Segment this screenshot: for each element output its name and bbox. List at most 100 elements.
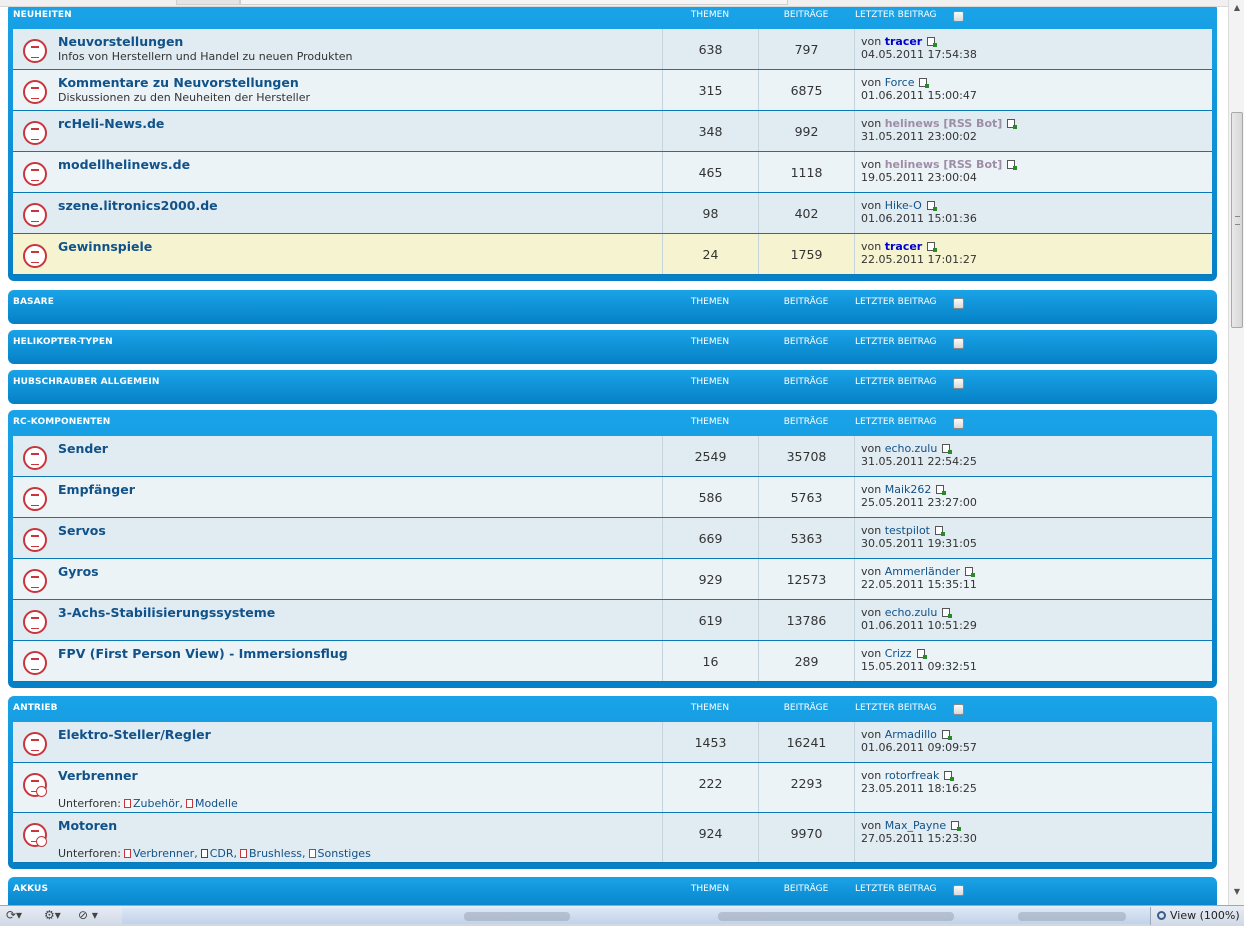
last-post-author-link[interactable]: rotorfreak <box>885 769 940 782</box>
subforum-link[interactable]: Zubehör, <box>133 797 183 810</box>
posts-count-cell: 35708 <box>758 436 854 476</box>
last-post-author-link[interactable]: helinews [RSS Bot] <box>885 158 1003 171</box>
view-latest-post-icon[interactable] <box>919 78 930 88</box>
scroll-up-icon[interactable]: ▲ <box>1229 0 1244 16</box>
by-label: von <box>861 565 882 578</box>
topics-count-cell: 1453 <box>662 722 758 762</box>
forum-title-link[interactable]: modellhelinews.de <box>58 157 190 172</box>
collapse-toggle-icon[interactable] <box>953 704 964 715</box>
forum-title-link[interactable]: Motoren <box>58 818 117 833</box>
forum-read-icon <box>23 162 47 186</box>
collapse-toggle-icon[interactable] <box>953 418 964 429</box>
topics-count: 586 <box>698 490 723 505</box>
category-footer <box>8 356 1217 364</box>
last-post-author-link[interactable]: echo.zulu <box>885 606 938 619</box>
forum-title-link[interactable]: Empfänger <box>58 482 135 497</box>
view-latest-post-icon[interactable] <box>1007 160 1018 170</box>
view-latest-post-icon[interactable] <box>927 242 938 252</box>
category-title-link[interactable]: ANTRIEB <box>13 703 58 713</box>
category-title-link[interactable]: RC-KOMPONENTEN <box>13 417 110 427</box>
forum-title-link[interactable]: Kommentare zu Neuvorstellungen <box>58 75 299 90</box>
last-post-cell: von Hike-O 01.06.2011 15:01:36 <box>854 193 1213 233</box>
subforums-label: Unterforen: <box>58 797 121 810</box>
refresh-icon[interactable]: ⟳▾ <box>6 908 22 924</box>
category-title-link[interactable]: AKKUS <box>13 884 48 894</box>
last-post-cell: von helinews [RSS Bot] 19.05.2011 23:00:0… <box>854 152 1213 192</box>
last-post-author-link[interactable]: testpilot <box>885 524 930 537</box>
topics-count-cell: 638 <box>662 29 758 69</box>
subforum-link[interactable]: Verbrenner, <box>133 847 198 860</box>
category-block: BASARE THEMEN BEITRÄGE LETZTER BEITRAG <box>8 290 1217 324</box>
last-post-author-line: von Armadillo <box>861 728 952 741</box>
last-post-author-link[interactable]: Crizz <box>885 647 912 660</box>
forum-title-link[interactable]: Gyros <box>58 564 99 579</box>
view-latest-post-icon[interactable] <box>1007 119 1018 129</box>
forum-title-link[interactable]: Gewinnspiele <box>58 239 152 254</box>
forum-title-link[interactable]: 3-Achs-Stabilisierungssysteme <box>58 605 275 620</box>
view-latest-post-icon[interactable] <box>934 526 945 536</box>
collapse-toggle-icon[interactable] <box>953 378 964 389</box>
zoom-control[interactable]: View (100%) <box>1150 907 1244 925</box>
collapse-toggle-icon[interactable] <box>953 11 964 22</box>
last-post-author-link[interactable]: Force <box>885 76 915 89</box>
view-latest-post-icon[interactable] <box>926 201 937 211</box>
last-post-author-link[interactable]: echo.zulu <box>885 442 938 455</box>
category-title-link[interactable]: NEUHEITEN <box>13 10 72 20</box>
view-latest-post-icon[interactable] <box>942 608 953 618</box>
vertical-scrollbar[interactable]: ▲ ▼ <box>1228 0 1244 905</box>
view-latest-post-icon[interactable] <box>936 485 947 495</box>
topics-count-cell: 465 <box>662 152 758 192</box>
category-title-link[interactable]: HUBSCHRAUBER ALLGEMEIN <box>13 377 159 387</box>
view-latest-post-icon[interactable] <box>942 444 953 454</box>
subforum-link[interactable]: Sonstiges <box>318 847 371 860</box>
last-post-author-link[interactable]: tracer <box>885 35 923 48</box>
forum-title-link[interactable]: FPV (First Person View) - Immersionsflug <box>58 646 348 661</box>
forum-title-link[interactable]: Verbrenner <box>58 768 138 783</box>
last-post-author-link[interactable]: Hike-O <box>885 199 922 212</box>
scroll-down-icon[interactable]: ▼ <box>1229 884 1244 900</box>
top-tab-left[interactable] <box>176 0 240 5</box>
category-title-link[interactable]: BASARE <box>13 297 54 307</box>
view-latest-post-icon[interactable] <box>951 821 962 831</box>
forum-read-icon <box>23 569 47 593</box>
by-label: von <box>861 117 882 130</box>
scrollbar-thumb[interactable] <box>1231 112 1243 328</box>
forum-title-link[interactable]: Sender <box>58 441 108 456</box>
subforum-link[interactable]: CDR, <box>210 847 237 860</box>
subforum-link[interactable]: Brushless, <box>249 847 306 860</box>
view-latest-post-icon[interactable] <box>916 649 927 659</box>
category-header: AKKUS THEMEN BEITRÄGE LETZTER BEITRAG <box>8 877 1217 903</box>
topics-count: 669 <box>698 531 723 546</box>
last-post-author-link[interactable]: Ammerländer <box>885 565 960 578</box>
forum-title-link[interactable]: Elektro-Steller/Regler <box>58 727 211 742</box>
last-post-author-link[interactable]: Max_Payne <box>885 819 946 832</box>
topics-count: 465 <box>698 165 723 180</box>
zoom-icon <box>1157 911 1166 920</box>
view-latest-post-icon[interactable] <box>927 37 938 47</box>
share-icon[interactable]: ⚙▾ <box>44 908 61 924</box>
posts-count: 1759 <box>790 247 823 262</box>
forum-title-link[interactable]: rcHeli-News.de <box>58 116 164 131</box>
view-latest-post-icon[interactable] <box>941 730 952 740</box>
category-footer <box>8 275 1217 281</box>
last-post-author-link[interactable]: helinews [RSS Bot] <box>885 117 1003 130</box>
category-header: HELIKOPTER-TYPEN THEMEN BEITRÄGE LETZTER BE… <box>8 330 1217 356</box>
forum-title-link[interactable]: szene.litronics2000.de <box>58 198 218 213</box>
view-latest-post-icon[interactable] <box>944 771 955 781</box>
forum-row: Gewinnspiele 24 1759 von tracer 22.05.2011 1… <box>13 234 1212 275</box>
view-latest-post-icon[interactable] <box>965 567 976 577</box>
collapse-toggle-icon[interactable] <box>953 885 964 896</box>
subforum-link[interactable]: Modelle <box>195 797 238 810</box>
forum-title-link[interactable]: Servos <box>58 523 106 538</box>
collapse-toggle-icon[interactable] <box>953 298 964 309</box>
top-tab-middle[interactable] <box>240 0 788 5</box>
compat-icon[interactable]: ⊘ ▾ <box>78 908 98 924</box>
subforums-list: Unterforen: Zubehör, Modelle <box>58 797 238 810</box>
category-title-link[interactable]: HELIKOPTER-TYPEN <box>13 337 113 347</box>
last-post-author-link[interactable]: Armadillo <box>885 728 937 741</box>
posts-count: 16241 <box>786 735 827 750</box>
collapse-toggle-icon[interactable] <box>953 338 964 349</box>
last-post-author-link[interactable]: Maik262 <box>885 483 932 496</box>
forum-title-link[interactable]: Neuvorstellungen <box>58 34 183 49</box>
last-post-author-link[interactable]: tracer <box>885 240 923 253</box>
